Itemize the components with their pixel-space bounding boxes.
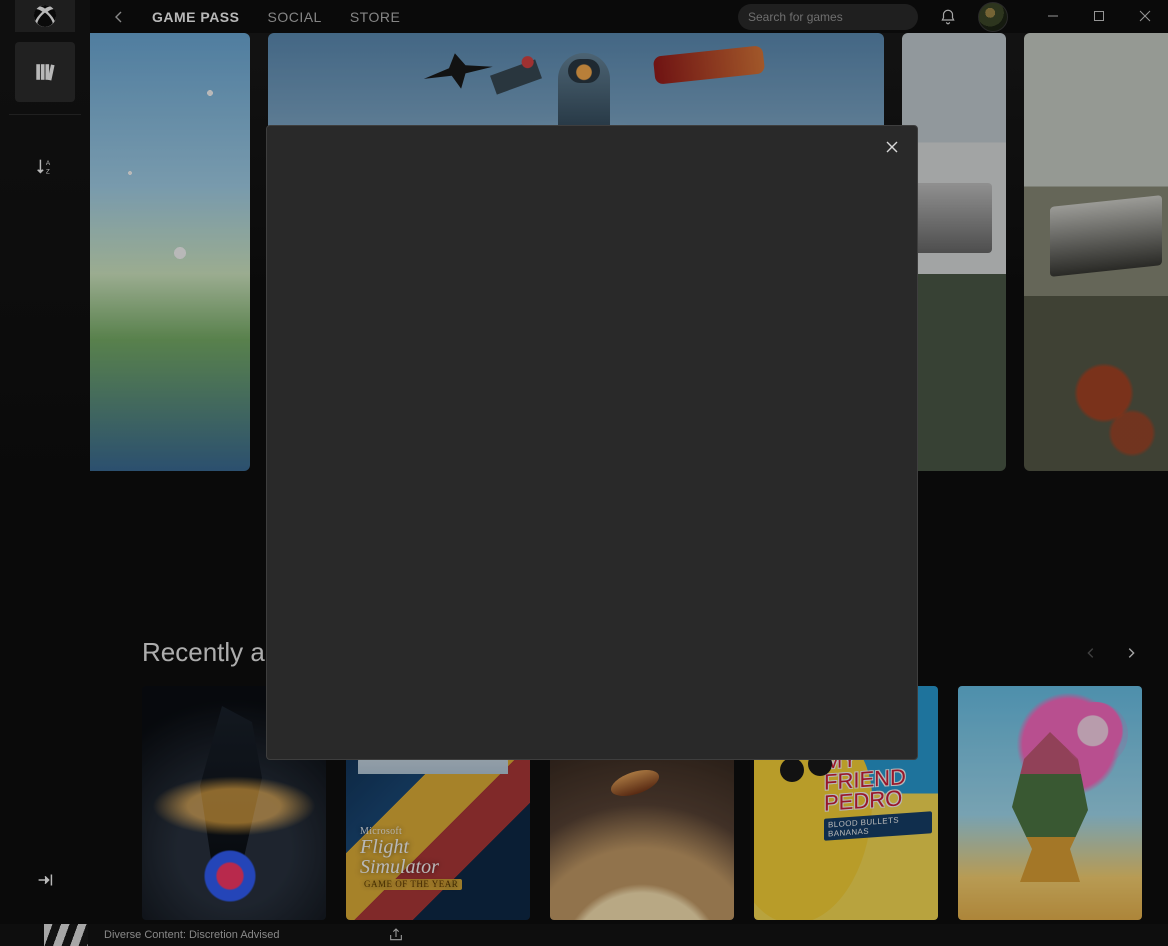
- modal-dialog: [266, 125, 918, 760]
- modal-close-button[interactable]: [879, 134, 905, 160]
- close-icon: [885, 140, 899, 154]
